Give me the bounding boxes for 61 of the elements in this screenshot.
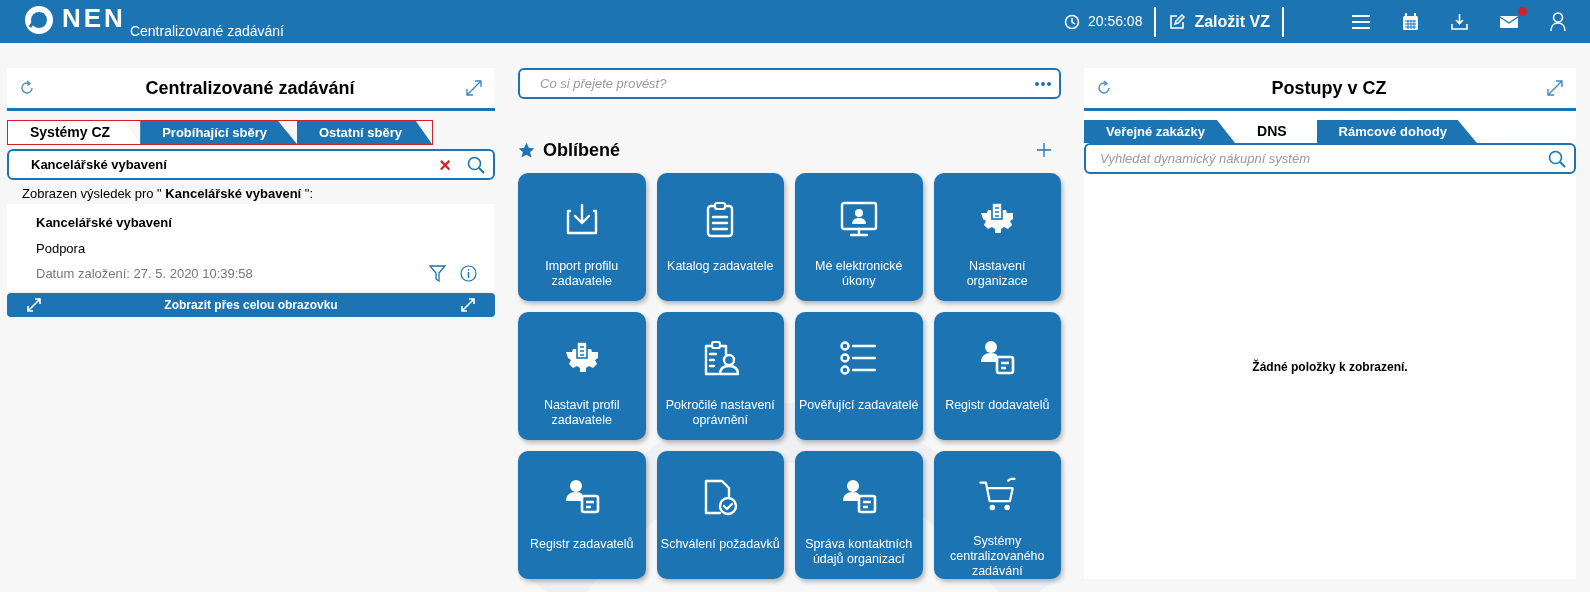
- list-icon: [838, 338, 879, 378]
- logo-text: NEN: [62, 4, 126, 31]
- empty-message: Žádné položky k zobrazení.: [1252, 358, 1408, 376]
- search-value: Kancelářské vybavení: [31, 155, 168, 174]
- favorite-tile[interactable]: Nastavit profil zadavatele: [518, 312, 646, 440]
- result-note: Zobrazen výsledek pro " Kancelářské vybavení ":: [21, 185, 315, 203]
- app-subtitle: Centralizované zadávání: [129, 23, 284, 38]
- result-date: Datum založení: 27. 5. 2020 10:39:58: [36, 265, 254, 283]
- filter-icon[interactable]: [429, 265, 446, 283]
- favorite-tile[interactable]: Schválení požadavků: [656, 451, 784, 579]
- tab[interactable]: Systémy CZ: [8, 121, 141, 144]
- create-button[interactable]: Založit VZ: [1168, 9, 1270, 34]
- expand-icon: [461, 297, 475, 312]
- favorite-tile[interactable]: Katalog zadavatele: [656, 173, 784, 301]
- favorite-tile[interactable]: Správa kontaktních údajů organizací: [795, 451, 923, 579]
- logo-icon: [24, 4, 54, 35]
- clear-button[interactable]: ×: [439, 154, 451, 175]
- panel-title: Postupy v CZ: [1270, 76, 1388, 100]
- edit-icon: [1168, 12, 1187, 31]
- info-icon[interactable]: [460, 265, 477, 283]
- favorite-tile[interactable]: Pověřující zadavatelé: [795, 312, 923, 440]
- favorite-tile[interactable]: Pokročilé nastavení oprávnění: [656, 312, 784, 440]
- download-icon[interactable]: [1451, 13, 1468, 30]
- section-title: Oblíbené: [543, 138, 621, 162]
- result-card[interactable]: Kancelářské vybavení Podpora Datum založení: 27. 5. 2020 10:39:58: [7, 204, 495, 290]
- command-field[interactable]: Co si přejete provést?: [518, 68, 1061, 99]
- favorite-tile[interactable]: Import profilu zadavatele: [518, 173, 646, 301]
- star-icon: [518, 141, 535, 159]
- search-field[interactable]: Kancelářské vybavení ×: [7, 149, 495, 180]
- tab[interactable]: Ostatní sběry: [296, 121, 432, 144]
- favorite-tile[interactable]: Mé elektronické úkony: [795, 173, 923, 301]
- expand-icon[interactable]: [465, 79, 483, 97]
- favorite-tile[interactable]: Nastavení organizace: [933, 173, 1061, 301]
- more-icon[interactable]: [1035, 81, 1051, 86]
- search-icon[interactable]: [1548, 149, 1566, 168]
- add-icon[interactable]: [1037, 143, 1051, 157]
- favorite-tile[interactable]: Systémy centralizovaného zadávání: [933, 451, 1061, 579]
- tab[interactable]: Probíhající sběry: [140, 121, 297, 144]
- search-icon[interactable]: [467, 155, 485, 174]
- favorite-tile[interactable]: Registr dodavatelů: [933, 312, 1061, 440]
- mail-icon[interactable]: [1500, 14, 1518, 29]
- clock-time: 20:56:08: [1087, 12, 1143, 31]
- menu-icon[interactable]: [1352, 13, 1370, 30]
- fullscreen-button[interactable]: Zobrazit přes celou obrazovku: [7, 292, 495, 317]
- result-subtitle: Podpora: [36, 239, 87, 258]
- tab[interactable]: Veřejné zakázky: [1084, 120, 1236, 143]
- refresh-icon[interactable]: [1096, 80, 1112, 96]
- clock-icon: [1063, 13, 1080, 30]
- result-title: Kancelářské vybavení: [36, 214, 173, 232]
- tab[interactable]: Rámcové dohody: [1316, 120, 1477, 143]
- refresh-icon[interactable]: [19, 80, 35, 96]
- panel-title: Centralizované zadávání: [144, 76, 356, 100]
- expand-icon: [27, 297, 41, 312]
- search-placeholder: Vyhledat dynamický nákupní systém: [1100, 149, 1312, 168]
- calendar-icon[interactable]: [1402, 12, 1419, 31]
- favorite-tile[interactable]: Registr zadavatelů: [518, 451, 646, 579]
- user-icon[interactable]: [1550, 12, 1566, 31]
- command-placeholder: Co si přejete provést?: [540, 74, 668, 93]
- expand-icon[interactable]: [1546, 79, 1564, 97]
- monitor-user-icon: [838, 199, 879, 239]
- search-field[interactable]: Vyhledat dynamický nákupní systém: [1084, 143, 1576, 174]
